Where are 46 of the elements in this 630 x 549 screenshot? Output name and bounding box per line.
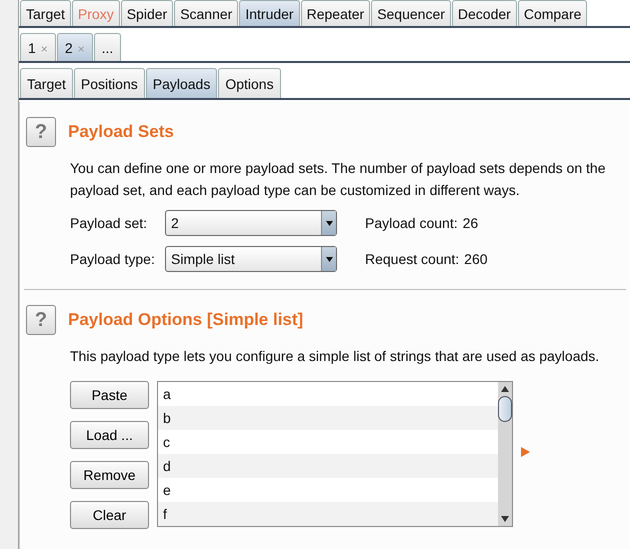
scroll-down-icon[interactable] <box>499 514 511 524</box>
action-button[interactable]: Load ... <box>70 421 149 449</box>
list-item[interactable]: f <box>158 502 498 526</box>
field-label: Payload type: <box>70 251 156 267</box>
main-tab[interactable]: Spider <box>120 0 174 26</box>
sub-tab[interactable]: Target <box>20 68 73 98</box>
scroll-up-icon[interactable] <box>499 384 511 394</box>
main-tab[interactable]: Sequencer <box>371 0 451 26</box>
info-value: 260 <box>464 251 488 267</box>
sub-tab[interactable]: Positions <box>74 68 145 98</box>
scrollbar[interactable] <box>498 382 512 526</box>
info-label: Request count: <box>365 251 460 267</box>
main-tab[interactable]: Compare <box>518 0 588 26</box>
attack-tab[interactable]: 1 × <box>20 33 56 61</box>
list-item[interactable]: b <box>158 406 498 430</box>
caret-icon <box>321 247 336 271</box>
main-tab[interactable]: Decoder <box>452 0 517 26</box>
list-item[interactable]: d <box>158 454 498 478</box>
attack-tab[interactable]: 2 × <box>56 33 93 61</box>
main-tab[interactable]: Scanner <box>174 0 238 26</box>
sub-tab[interactable]: Payloads <box>146 68 218 98</box>
main-tab[interactable]: Intruder <box>239 0 300 26</box>
section-title: Payload Options [Simple list] <box>68 310 304 330</box>
list-item[interactable]: e <box>158 478 498 502</box>
list-item[interactable]: c <box>158 430 498 454</box>
sub-tab[interactable]: Options <box>218 68 281 98</box>
list-item[interactable]: a <box>158 382 498 406</box>
dropdown[interactable]: 2 <box>165 210 337 236</box>
section-description: This payload type lets you configure a simple list of strings that are used as payloads. <box>70 347 600 366</box>
help-button[interactable]: ? <box>26 305 56 335</box>
dropdown[interactable]: Simple list <box>165 246 337 272</box>
section-description: You can define one or more payload sets. The number of payload sets depends on the payload set, and each payload type can be customized in different ways. <box>70 159 606 200</box>
action-button[interactable]: Remove <box>70 461 149 489</box>
info-label: Payload count: <box>365 215 458 231</box>
help-button[interactable]: ? <box>26 117 56 147</box>
expand-arrow-icon[interactable] <box>521 447 530 457</box>
main-tab[interactable]: Target <box>20 0 71 26</box>
attack-tab[interactable]: ... <box>94 33 122 61</box>
action-button[interactable]: Clear <box>70 501 149 529</box>
info-value: 26 <box>462 215 478 231</box>
main-tab[interactable]: Repeater <box>300 0 370 26</box>
action-button[interactable]: Paste <box>70 381 149 409</box>
scrollbar-thumb[interactable] <box>498 396 512 422</box>
section-title: Payload Sets <box>68 122 174 142</box>
field-label: Payload set: <box>70 215 148 231</box>
caret-icon <box>321 211 336 235</box>
